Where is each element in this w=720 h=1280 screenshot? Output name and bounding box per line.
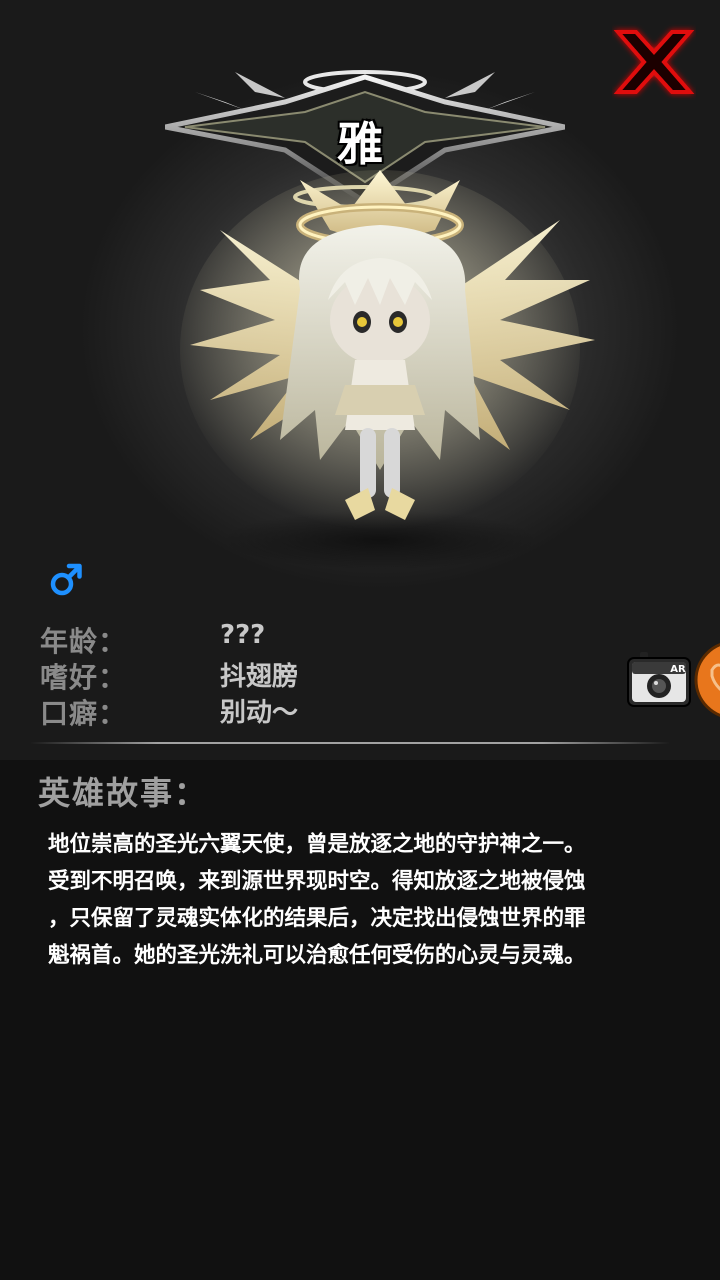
side-tab-button[interactable] [694,640,720,720]
story-heading: 英雄故事： [38,774,209,812]
hobby-label: 嗜好： [40,661,128,694]
orange-side-tab-icon [694,643,720,717]
close-button[interactable] [612,24,696,100]
age-label: 年龄： [40,625,128,658]
hobby-value: 抖翅膀 [220,662,299,692]
section-divider [30,742,670,744]
ar-camera-icon: AR [627,652,691,707]
catchphrase-label: 口癖： [40,697,128,730]
story-line: 受到不明召唤，来到源世界现时空。得知放逐之地被侵蚀 [48,869,586,894]
story-line: 地位崇高的圣光六翼天使，曾是放逐之地的守护神之一。 [48,832,586,857]
story-line: 魁祸首。她的圣光洗礼可以治愈任何受伤的心灵与灵魂。 [48,943,586,968]
info-row-catchphrase: 口癖： 别动～ [40,692,560,732]
hero-name: 雅 [337,117,383,171]
age-value: ??? [220,620,266,650]
male-symbol-icon [50,563,82,596]
red-x-close-icon [613,30,695,94]
ar-camera-button[interactable]: AR [626,650,692,708]
story-line: ，只保留了灵魂实体化的结果后，决定找出侵蚀世界的罪 [48,906,586,931]
catchphrase-value: 别动～ [220,698,299,728]
info-row-hobby: 嗜好： 抖翅膀 [40,656,560,696]
hero-character-art [180,170,595,530]
info-row-age: 年龄： ??? [40,620,560,660]
ar-label: AR [670,664,686,675]
story-text: 地位崇高的圣光六翼天使，曾是放逐之地的守护神之一。 受到不明召唤，来到源世界现时… [48,826,678,974]
